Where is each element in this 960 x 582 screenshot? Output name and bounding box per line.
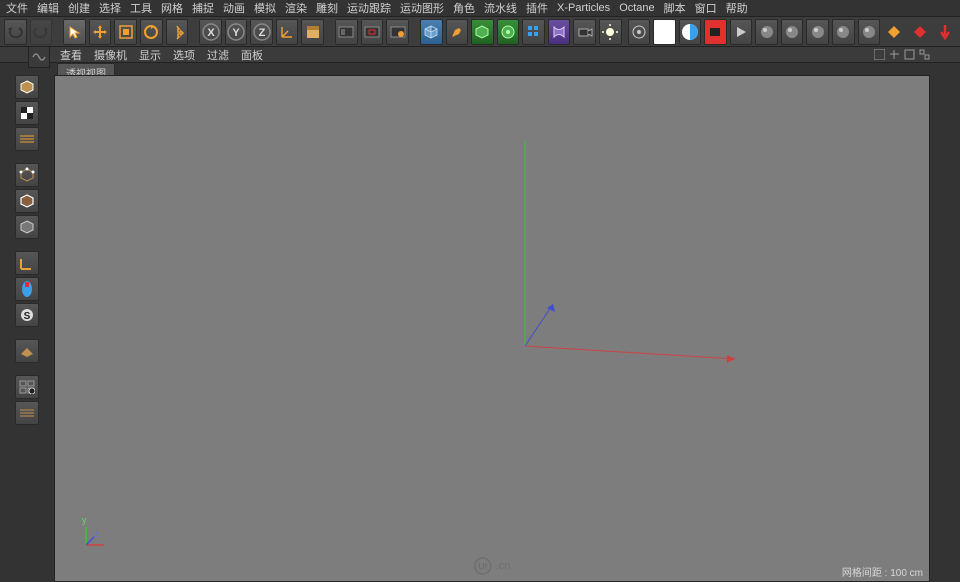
render-view-icon[interactable] bbox=[335, 19, 358, 45]
menu-mesh[interactable]: 网格 bbox=[161, 0, 183, 16]
mode-palette: S bbox=[0, 63, 54, 582]
undo-icon[interactable] bbox=[4, 19, 27, 45]
coordinate-system-icon[interactable] bbox=[276, 19, 299, 45]
viewport-header: 查看 摄像机 显示 选项 过滤 面板 bbox=[0, 47, 960, 63]
watermark: UI .cn bbox=[474, 557, 511, 575]
menu-xparticles[interactable]: X-Particles bbox=[557, 2, 610, 14]
sphere2-icon[interactable] bbox=[781, 19, 804, 45]
menu-window[interactable]: 窗口 bbox=[695, 0, 717, 16]
record-icon[interactable] bbox=[704, 19, 727, 45]
sphere3-icon[interactable] bbox=[806, 19, 829, 45]
menu-create[interactable]: 创建 bbox=[68, 0, 90, 16]
live-select-icon[interactable] bbox=[63, 19, 86, 45]
light-icon[interactable] bbox=[599, 19, 622, 45]
texture-mode-icon[interactable] bbox=[15, 101, 39, 125]
vp-icon-4[interactable] bbox=[919, 49, 930, 60]
workplane-icon[interactable] bbox=[15, 339, 39, 363]
axis-y-icon[interactable]: Y bbox=[225, 19, 248, 45]
scale-icon[interactable] bbox=[114, 19, 137, 45]
svg-text:Z: Z bbox=[258, 27, 265, 39]
menubar: 文件 编辑 创建 选择 工具 网格 捕捉 动画 模拟 渲染 雕刻 运动跟踪 运动… bbox=[0, 0, 960, 17]
menu-snap[interactable]: 捕捉 bbox=[192, 0, 214, 16]
sphere5-icon[interactable] bbox=[858, 19, 881, 45]
move-icon[interactable] bbox=[89, 19, 112, 45]
uv-mode-icon[interactable] bbox=[15, 127, 39, 151]
svg-text:Y: Y bbox=[232, 27, 240, 39]
model-mode-icon[interactable] bbox=[15, 75, 39, 99]
menu-script[interactable]: 脚本 bbox=[664, 0, 686, 16]
layout1-icon[interactable] bbox=[883, 19, 905, 45]
tweak-mode-icon[interactable] bbox=[15, 277, 39, 301]
brand-icon bbox=[28, 46, 50, 68]
menu-sculpt[interactable]: 雕刻 bbox=[316, 0, 338, 16]
vp-menu-panel[interactable]: 面板 bbox=[241, 47, 263, 63]
point-mode-icon[interactable] bbox=[15, 163, 39, 187]
menu-file[interactable]: 文件 bbox=[6, 0, 28, 16]
snap-icon[interactable]: S bbox=[15, 303, 39, 327]
nurbs-icon[interactable] bbox=[471, 19, 494, 45]
vp-menu-cameras[interactable]: 摄像机 bbox=[94, 47, 127, 63]
redo-icon[interactable] bbox=[30, 19, 53, 45]
world-axis-gizmo bbox=[55, 76, 929, 581]
vp-menu-display[interactable]: 显示 bbox=[139, 47, 161, 63]
svg-text:X: X bbox=[207, 27, 215, 39]
array-icon[interactable] bbox=[522, 19, 545, 45]
cube-icon[interactable] bbox=[420, 19, 443, 45]
menu-animate[interactable]: 动画 bbox=[223, 0, 245, 16]
rotate-icon[interactable] bbox=[140, 19, 163, 45]
polygon-mode-icon[interactable] bbox=[15, 215, 39, 239]
menu-simulate[interactable]: 模拟 bbox=[254, 0, 276, 16]
svg-text:S: S bbox=[24, 311, 31, 322]
main-toolbar: X Y Z bbox=[0, 17, 960, 47]
axis-x-icon[interactable]: X bbox=[199, 19, 222, 45]
last-tool-icon[interactable] bbox=[166, 19, 189, 45]
menu-pipeline[interactable]: 流水线 bbox=[484, 0, 517, 16]
half-display-icon[interactable] bbox=[679, 19, 702, 45]
perspective-viewport[interactable]: y z UI .cn 网格间距 : 100 cm bbox=[54, 75, 930, 582]
target-icon[interactable] bbox=[628, 19, 651, 45]
layer-icon[interactable] bbox=[301, 19, 324, 45]
sphere1-icon[interactable] bbox=[755, 19, 778, 45]
axis-z-icon[interactable]: Z bbox=[250, 19, 273, 45]
axis-y-label: y bbox=[82, 515, 87, 525]
layout2-icon[interactable] bbox=[908, 19, 930, 45]
vp-icon-2[interactable] bbox=[889, 49, 900, 60]
grid-spacing-status: 网格间距 : 100 cm bbox=[842, 564, 923, 579]
menu-tools[interactable]: 工具 bbox=[130, 0, 152, 16]
render-settings-icon[interactable] bbox=[386, 19, 409, 45]
menu-render[interactable]: 渲染 bbox=[285, 0, 307, 16]
edge-mode-icon[interactable] bbox=[15, 189, 39, 213]
mini-axis-widget: y z bbox=[80, 521, 110, 551]
camera-icon[interactable] bbox=[573, 19, 596, 45]
vp-icon-1[interactable] bbox=[874, 49, 885, 60]
vp-icon-3[interactable] bbox=[904, 49, 915, 60]
pen-tool-icon[interactable] bbox=[446, 19, 469, 45]
menu-motiontracker[interactable]: 运动跟踪 bbox=[347, 0, 391, 16]
layout3-icon[interactable] bbox=[934, 19, 956, 45]
isolate-icon[interactable] bbox=[15, 401, 39, 425]
menu-plugins[interactable]: 插件 bbox=[526, 0, 548, 16]
sphere4-icon[interactable] bbox=[832, 19, 855, 45]
menu-octane[interactable]: Octane bbox=[619, 2, 654, 14]
axis-z-label: z bbox=[94, 529, 99, 539]
play-icon[interactable] bbox=[730, 19, 753, 45]
vp-menu-options[interactable]: 选项 bbox=[173, 47, 195, 63]
subdivision-icon[interactable] bbox=[497, 19, 520, 45]
solid-display-icon[interactable] bbox=[653, 19, 676, 45]
menu-mograph[interactable]: 运动图形 bbox=[400, 0, 444, 16]
axis-mode-icon[interactable] bbox=[15, 251, 39, 275]
menu-edit[interactable]: 编辑 bbox=[37, 0, 59, 16]
viewport-solo-icon[interactable] bbox=[15, 375, 39, 399]
render-region-icon[interactable] bbox=[361, 19, 384, 45]
menu-select[interactable]: 选择 bbox=[99, 0, 121, 16]
vp-menu-view[interactable]: 查看 bbox=[60, 47, 82, 63]
menu-help[interactable]: 帮助 bbox=[726, 0, 748, 16]
menu-character[interactable]: 角色 bbox=[453, 0, 475, 16]
vp-menu-filter[interactable]: 过滤 bbox=[207, 47, 229, 63]
svg-text:UI: UI bbox=[478, 562, 487, 572]
deformer-icon[interactable] bbox=[548, 19, 571, 45]
